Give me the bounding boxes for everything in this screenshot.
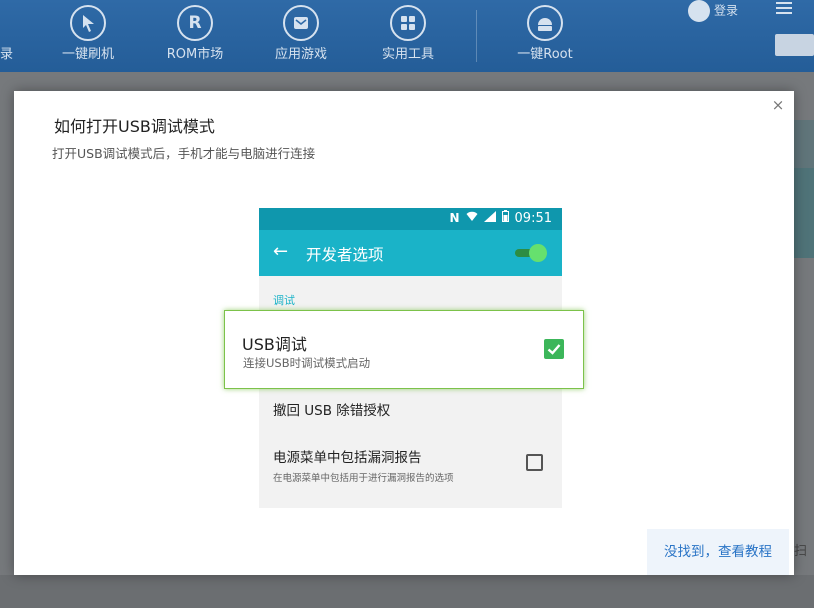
background-bottom-strip: [0, 575, 814, 608]
usb-debugging-checkbox-checked: [544, 339, 564, 359]
login-label: 登录: [714, 3, 739, 18]
nav-left-label[interactable]: 录: [0, 43, 13, 62]
nfc-icon: N: [449, 211, 460, 225]
usb-debug-help-dialog: × 如何打开USB调试模式 打开USB调试模式后，手机才能与电脑进行连接 N 09…: [14, 91, 794, 575]
view-tutorial-link[interactable]: 没找到，查看教程: [647, 529, 789, 575]
phone-status-bar: N 09:51: [259, 208, 562, 230]
bug-report-description: 在电源菜单中包括用于进行漏洞报告的选项: [273, 473, 454, 484]
developer-options-toggle: [515, 244, 547, 262]
bug-report-checkbox: [526, 454, 543, 471]
nav-item-one-click-flash[interactable]: 一键刷机: [38, 0, 138, 72]
developer-options-header: ← 开发者选项: [259, 230, 562, 276]
usb-debugging-highlight-card: USB调试 连接USB时调试模式启动: [224, 310, 584, 389]
rom-r-icon: R: [177, 5, 213, 41]
usb-debugging-title: USB调试: [242, 335, 307, 354]
nav-item-rom-market[interactable]: R ROM市场: [145, 0, 245, 72]
check-icon: [547, 344, 561, 355]
dialog-title: 如何打开USB调试模式: [54, 117, 215, 136]
nav-label: 一键刷机: [61, 47, 114, 62]
login-button[interactable]: 登录: [688, 0, 738, 22]
top-search-box[interactable]: [775, 34, 814, 56]
battery-icon: [501, 210, 509, 225]
developer-options-title: 开发者选项: [306, 246, 384, 264]
nav-label: ROM市场: [166, 47, 224, 62]
nav-item-one-click-root[interactable]: 一键Root: [495, 0, 595, 72]
background-scan-text: 扫: [794, 544, 808, 559]
cursor-arrow-icon: [70, 5, 106, 41]
nav-separator: [476, 10, 477, 62]
wifi-icon: [466, 211, 478, 225]
back-arrow-icon: ←: [273, 241, 289, 262]
bug-report-title: 电源菜单中包括漏洞报告: [273, 450, 422, 466]
nav-label: 一键Root: [517, 47, 573, 62]
revoke-usb-authorization-row: 撤回 USB 除错授权: [273, 403, 391, 419]
dialog-subtitle: 打开USB调试模式后，手机才能与电脑进行连接: [52, 146, 316, 161]
usb-debugging-description: 连接USB时调试模式启动: [243, 356, 371, 370]
android-icon: [527, 5, 563, 41]
background-right-banner: [794, 168, 814, 258]
bug-report-row: 电源菜单中包括漏洞报告 在电源菜单中包括用于进行漏洞报告的选项: [273, 446, 454, 484]
nav-label: 实用工具: [381, 47, 434, 62]
nav-item-apps-games[interactable]: 应用游戏: [251, 0, 351, 72]
mail-icon: [283, 5, 319, 41]
signal-icon: [483, 211, 496, 225]
app-top-bar: 录 一键刷机 R ROM市场 应用游戏 实用工具 一键Root 登录: [0, 0, 814, 72]
status-time: 09:51: [514, 211, 552, 226]
debug-section-label: 调试: [273, 294, 295, 307]
grid-tools-icon: [390, 5, 426, 41]
nav-item-tools[interactable]: 实用工具: [358, 0, 458, 72]
close-icon[interactable]: ×: [770, 97, 786, 113]
user-avatar-icon: [688, 0, 710, 22]
hamburger-menu-icon[interactable]: [776, 2, 792, 14]
nav-label: 应用游戏: [274, 47, 327, 62]
